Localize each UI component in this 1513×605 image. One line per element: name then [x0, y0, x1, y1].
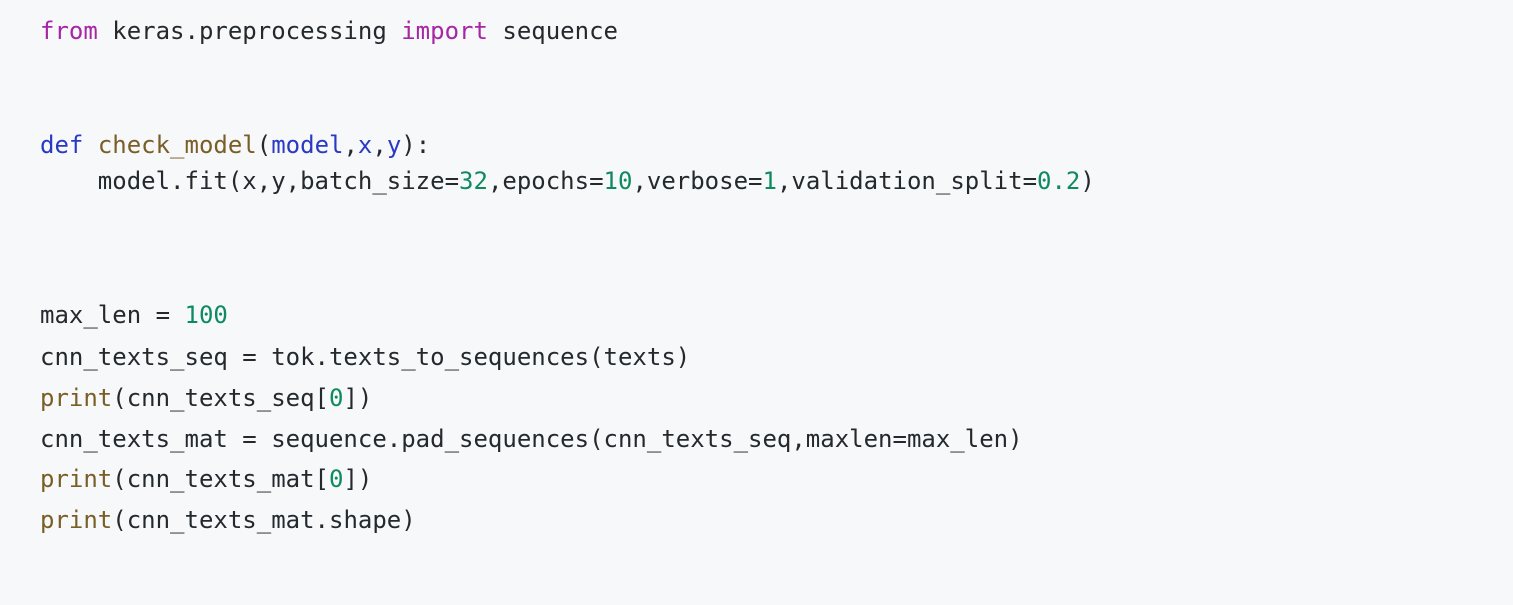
code-line: model.fit(x,y,batch_size=32,epochs=10,ve…: [40, 163, 1095, 199]
code-token-plain: ,: [343, 131, 358, 159]
code-token-keyword: from: [40, 17, 98, 45]
code-token-plain: ,: [372, 131, 387, 159]
code-token-plain: ):: [401, 131, 431, 159]
code-token-def: def: [40, 131, 84, 159]
code-token-param: y: [386, 131, 402, 159]
code-token-number: 0: [329, 465, 344, 493]
code-token-builtin: print: [40, 506, 113, 534]
code-line: cnn_texts_seq = tok.texts_to_sequences(t…: [40, 339, 690, 375]
code-token-plain: (cnn_texts_mat.shape): [112, 506, 416, 534]
code-token-plain: ]): [343, 465, 373, 493]
code-line: print(cnn_texts_mat[0]): [40, 461, 372, 497]
code-token-plain: ]): [343, 384, 373, 412]
code-token-param: model: [271, 131, 344, 159]
code-token-plain: (: [256, 131, 272, 159]
code-token-keyword: import: [401, 17, 488, 45]
code-token-plain: (cnn_texts_mat[: [112, 465, 329, 493]
code-token-number: 10: [603, 167, 633, 195]
code-token-builtin: print: [40, 384, 113, 412]
code-token-number: 1: [762, 167, 777, 195]
code-token-plain: cnn_texts_mat = sequence.pad_sequences(c…: [40, 425, 1023, 453]
code-line: cnn_texts_mat = sequence.pad_sequences(c…: [40, 421, 1023, 457]
code-token-plain: ,verbose=: [632, 167, 763, 195]
code-token-plain: cnn_texts_seq = tok.texts_to_sequences(t…: [40, 343, 691, 371]
code-token-number: 0.2: [1037, 167, 1081, 195]
code-token-param: x: [357, 131, 373, 159]
code-token-number: 32: [459, 167, 488, 195]
code-line: def check_model(model,x,y):: [40, 127, 430, 163]
code-line: from keras.preprocessing import sequence: [40, 13, 618, 49]
code-line: print(cnn_texts_mat.shape): [40, 502, 416, 538]
code-line: max_len = 100: [40, 297, 228, 333]
code-token-plain: max_len =: [40, 301, 185, 329]
code-line: print(cnn_texts_seq[0]): [40, 380, 372, 416]
code-token-plain: ,validation_split=: [776, 167, 1038, 195]
code-token-plain: ,epochs=: [487, 167, 604, 195]
code-token-plain: ): [1080, 167, 1095, 195]
code-token-plain: sequence: [487, 17, 618, 45]
code-token-number: 100: [184, 301, 228, 329]
code-block: from keras.preprocessing import sequence…: [0, 0, 1513, 605]
code-token-number: 0: [329, 384, 344, 412]
code-token-plain: (cnn_texts_seq[: [112, 384, 329, 412]
code-token-builtin: print: [40, 465, 113, 493]
code-token-plain: model.fit(x,y,batch_size=: [40, 167, 460, 195]
code-token-plain: keras.preprocessing: [97, 17, 402, 45]
code-token-funcname: check_model: [97, 131, 257, 159]
